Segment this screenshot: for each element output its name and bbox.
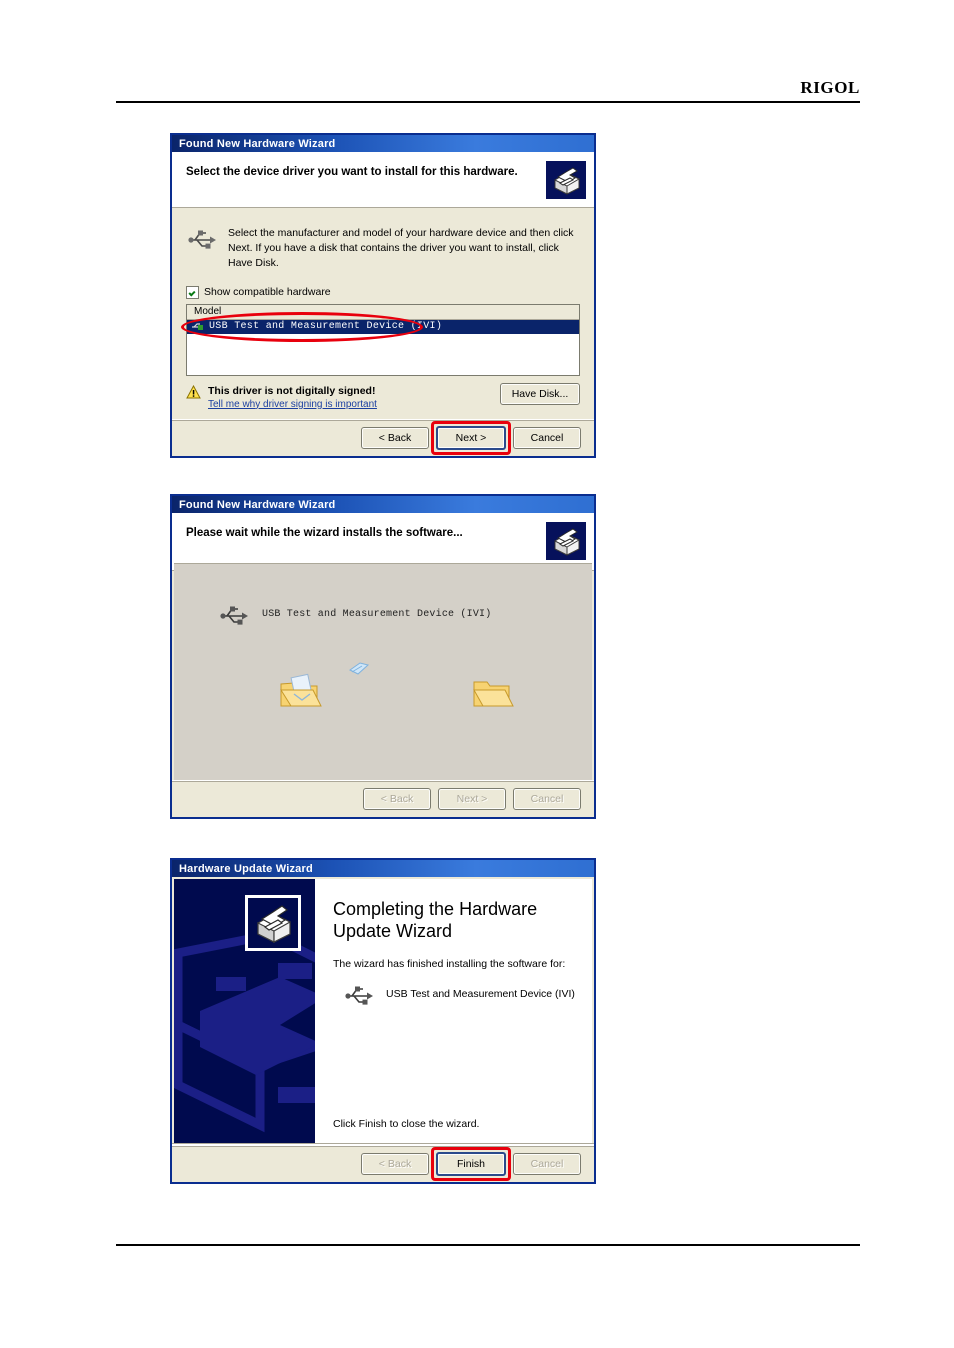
warning-triangle-icon — [186, 384, 201, 399]
dialog3-button-bar: < Back Finish Cancel — [172, 1145, 594, 1182]
hardware-wizard-icon — [546, 161, 586, 199]
dialog3-separator — [172, 1143, 594, 1144]
next-button[interactable]: Next > — [436, 426, 506, 450]
found-new-hardware-wizard-dialog-2: Found New Hardware Wizard Please wait wh… — [170, 494, 596, 819]
dialog3-side-panel — [174, 879, 315, 1144]
dialog3-footer-text: Click Finish to close the wizard. — [333, 1118, 480, 1130]
show-compatible-hardware-checkbox-row[interactable]: Show compatible hardware — [186, 285, 580, 299]
dialog3-titlebar: Hardware Update Wizard — [172, 860, 594, 877]
dialog2-heading: Please wait while the wizard installs th… — [186, 527, 463, 539]
dialog3-title: Hardware Update Wizard — [179, 862, 313, 875]
model-listbox[interactable]: Model USB Test and Measurement Device (I… — [181, 303, 580, 376]
usb-icon — [220, 606, 248, 625]
model-column-header: Model — [187, 304, 579, 320]
usb-icon — [345, 986, 373, 1005]
brand-logo: RIGOL — [800, 78, 860, 97]
dialog2-device-row: USB Test and Measurement Device (IVI) — [218, 602, 491, 626]
back-button[interactable]: < Back — [361, 427, 429, 449]
finish-button-wrap: Finish — [431, 1147, 511, 1181]
dialog1-instructions: Select the manufacturer and model of you… — [228, 227, 574, 270]
cancel-button: Cancel — [513, 1153, 581, 1175]
dialog1-title: Found New Hardware Wizard — [179, 137, 336, 150]
driver-icon — [192, 323, 203, 331]
back-button: < Back — [363, 788, 431, 810]
list-item[interactable]: USB Test and Measurement Device (IVI) — [187, 319, 579, 334]
dialog2-title: Found New Hardware Wizard — [179, 498, 336, 511]
have-disk-button[interactable]: Have Disk... — [500, 383, 580, 405]
dialog2-titlebar: Found New Hardware Wizard — [172, 496, 594, 513]
back-button: < Back — [361, 1153, 429, 1175]
hardware-wizard-icon — [546, 522, 586, 560]
driver-signing-link[interactable]: Tell me why driver signing is important — [208, 399, 377, 410]
dialog1-button-bar: < Back Next > Cancel — [172, 419, 594, 456]
cancel-button: Cancel — [513, 788, 581, 810]
finish-button[interactable]: Finish — [436, 1152, 506, 1176]
flying-document-icon — [349, 662, 370, 675]
next-button: Next > — [438, 788, 506, 810]
dialog1-instruction-row: Select the manufacturer and model of you… — [186, 226, 580, 272]
dialog1-titlebar: Found New Hardware Wizard — [172, 135, 594, 152]
next-button-wrap: Next > — [431, 421, 511, 455]
hardware-update-wizard-dialog-3: Hardware Update Wizard Completing the Ha… — [170, 858, 596, 1184]
have-disk-button-wrap: Have Disk... — [500, 383, 580, 405]
checkbox-checked-icon[interactable] — [186, 285, 199, 299]
dialog3-heading: Completing the Hardware Update Wizard — [333, 899, 538, 941]
show-compatible-hardware-label: Show compatible hardware — [204, 286, 331, 299]
footer-rule — [116, 1244, 860, 1246]
cancel-button[interactable]: Cancel — [513, 427, 581, 449]
open-folder-with-document-icon — [280, 673, 322, 707]
dialog1-heading: Select the device driver you want to ins… — [186, 166, 518, 178]
dialog2-device-label: USB Test and Measurement Device (IVI) — [262, 608, 492, 620]
dialog3-device-label: USB Test and Measurement Device (IVI) — [386, 988, 575, 1001]
dialog2-button-bar: < Back Next > Cancel — [172, 780, 594, 817]
dialog3-content-panel: Completing the Hardware Update Wizard Th… — [315, 879, 592, 1144]
page-header: RIGOL — [0, 0, 954, 110]
warning-title: This driver is not digitally signed! — [208, 384, 376, 397]
dialog1-body: Select the manufacturer and model of you… — [172, 208, 594, 410]
open-folder-icon — [473, 681, 514, 707]
hardware-wizard-icon — [245, 895, 301, 951]
dialog3-device-row: USB Test and Measurement Device (IVI) — [343, 982, 576, 1006]
found-new-hardware-wizard-dialog-1: Found New Hardware Wizard Select the dev… — [170, 133, 596, 458]
dialog1-header: Select the device driver you want to ins… — [172, 152, 594, 208]
dialog3-subtext: The wizard has finished installing the s… — [333, 958, 566, 971]
header-rule — [116, 101, 860, 103]
usb-icon — [188, 230, 216, 249]
install-progress-panel: USB Test and Measurement Device (IVI) — [174, 563, 592, 780]
list-item-label: USB Test and Measurement Device (IVI) — [209, 321, 443, 333]
